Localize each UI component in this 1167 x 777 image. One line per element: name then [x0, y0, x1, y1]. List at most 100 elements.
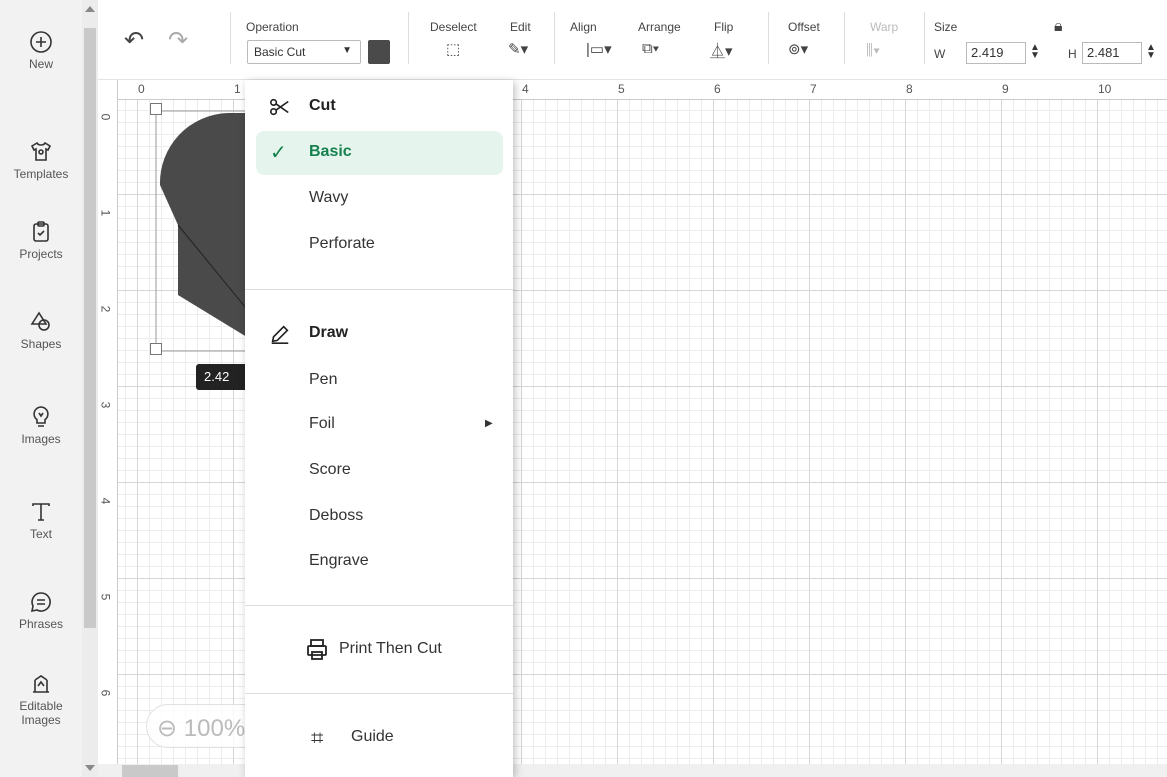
menu-item-label: Score	[309, 461, 351, 478]
clipboard-icon	[33, 221, 49, 242]
resize-handle[interactable]	[150, 103, 162, 115]
top-toolbar: ↶ ↷ Operation Basic Cut ▼ Deselect ⬚ Edi…	[98, 0, 1167, 80]
menu-item-label: Wavy	[309, 189, 349, 206]
sidebar-item-label: Templates	[13, 167, 69, 181]
operation-select[interactable]: Basic Cut ▼	[247, 40, 361, 64]
deselect-label: Deselect	[430, 20, 477, 34]
horizontal-scrollbar-thumb[interactable]	[122, 765, 178, 777]
menu-item-guide[interactable]: ⌗ Guide	[245, 716, 513, 760]
width-label: W	[934, 47, 946, 61]
height-stepper-icon[interactable]: ▲ ▼	[1146, 43, 1156, 61]
ruler-tick-label: 9	[1002, 82, 1009, 96]
height-field[interactable]: 2.481	[1082, 42, 1142, 64]
menu-item-engrave[interactable]: Engrave	[245, 540, 513, 584]
left-ruler: 0 1 2 3 4 5 6	[98, 80, 118, 764]
menu-item-label: Engrave	[309, 552, 369, 569]
flip-icon[interactable]: ⏅▾	[710, 40, 733, 61]
ruler-tick-label: 1	[234, 82, 241, 96]
scroll-down-arrow-icon[interactable]	[85, 765, 95, 771]
ruler-tick-label: 0	[98, 113, 113, 121]
sidebar-scrollbar-thumb[interactable]	[84, 28, 96, 628]
menu-item-label: Foil	[309, 415, 335, 432]
height-label: H	[1068, 47, 1077, 61]
sidebar-item-editable-images[interactable]: Editable Images	[0, 672, 82, 727]
sidebar-item-label: New	[28, 57, 53, 71]
left-sidebar: New Templates Projects Shapes Images Tex…	[0, 0, 82, 777]
undo-icon[interactable]: ↶	[124, 26, 144, 55]
ruler-tick-label: 0	[138, 82, 145, 96]
arrange-label: Arrange	[638, 20, 681, 34]
sidebar-item-label: Text	[29, 527, 52, 541]
redo-icon[interactable]: ↷	[168, 26, 188, 55]
menu-item-print-then-cut[interactable]: Print Then Cut	[245, 628, 513, 672]
operation-color-swatch[interactable]	[368, 40, 390, 64]
menu-divider	[245, 289, 513, 290]
pen-icon	[271, 325, 289, 344]
operation-dropdown-menu: Cut ✓ Basic Wavy Perforate Draw Pen Foil…	[245, 80, 513, 777]
printer-icon	[307, 639, 327, 660]
menu-item-wavy[interactable]: Wavy	[245, 177, 513, 221]
menu-item-label: Basic	[309, 143, 352, 160]
size-label: Size	[934, 20, 958, 34]
sidebar-item-new[interactable]: New	[0, 30, 82, 71]
edit-pen-icon[interactable]: ✎▾	[508, 40, 528, 58]
edit-label: Edit	[510, 20, 531, 34]
menu-item-foil[interactable]: Foil ▶	[245, 403, 513, 447]
sidebar-item-label: Projects	[19, 247, 63, 261]
warp-icon: ⫼▾	[866, 42, 881, 59]
sidebar-item-label: Editable Images	[19, 699, 63, 727]
sidebar-item-projects[interactable]: Projects	[0, 220, 82, 261]
ruler-tick-label: 7	[810, 82, 817, 96]
sidebar-item-phrases[interactable]: Phrases	[0, 590, 82, 631]
ruler-tick-label: 6	[714, 82, 721, 96]
sidebar-item-templates[interactable]: Templates	[0, 140, 82, 181]
ruler-tick-label: 8	[906, 82, 913, 96]
menu-item-pen[interactable]: Pen	[245, 359, 513, 403]
menu-item-label: Pen	[309, 371, 338, 388]
menu-item-score[interactable]: Score	[245, 449, 513, 493]
ruler-tick-label: 1	[98, 209, 113, 217]
zoom-out-icon[interactable]: ⊖	[157, 715, 177, 742]
menu-item-deboss[interactable]: Deboss	[245, 495, 513, 539]
checkmark-icon: ✓	[270, 142, 287, 164]
width-field[interactable]: 2.419	[966, 42, 1026, 64]
arrange-icon[interactable]: ⧉▾	[642, 40, 659, 57]
width-stepper-icon[interactable]: ▲ ▼	[1030, 43, 1040, 61]
shapes-icon	[30, 311, 50, 331]
shirt-icon	[30, 141, 52, 161]
menu-header-draw: Draw	[245, 312, 513, 356]
sidebar-item-label: Phrases	[18, 617, 64, 631]
flip-label: Flip	[714, 20, 734, 34]
offset-label: Offset	[788, 20, 820, 34]
ruler-tick-label: 2	[98, 305, 113, 313]
menu-item-label: Deboss	[309, 507, 364, 524]
editable-image-icon	[33, 675, 49, 693]
ruler-tick-label: 4	[98, 497, 113, 505]
operation-value: Basic Cut	[254, 45, 306, 59]
ruler-tick-label: 5	[618, 82, 625, 96]
scroll-up-arrow-icon[interactable]	[85, 6, 95, 12]
menu-item-basic[interactable]: ✓ Basic	[256, 131, 503, 175]
menu-item-label: Guide	[351, 728, 394, 745]
menu-header-label: Cut	[309, 97, 336, 114]
lock-icon[interactable]: 🔒︎	[1054, 18, 1063, 36]
sidebar-item-label: Images	[21, 432, 61, 446]
menu-header-label: Draw	[309, 324, 349, 341]
text-T-icon	[32, 503, 50, 521]
operation-label: Operation	[246, 20, 299, 34]
menu-item-perforate[interactable]: Perforate	[245, 223, 513, 267]
hash-guide-icon: ⌗	[311, 725, 324, 750]
resize-handle[interactable]	[150, 343, 162, 355]
sidebar-item-images[interactable]: Images	[0, 405, 82, 446]
offset-icon[interactable]: ⊚▾	[788, 40, 808, 58]
sidebar-item-text[interactable]: Text	[0, 500, 82, 541]
deselect-icon[interactable]: ⬚	[446, 40, 460, 58]
chevron-down-icon: ▼	[342, 45, 352, 56]
ruler-tick-label: 3	[98, 401, 113, 409]
warp-label: Warp	[870, 20, 899, 34]
menu-divider	[245, 693, 513, 694]
align-icon[interactable]: |▭▾	[586, 40, 612, 58]
ruler-tick-label: 10	[1098, 82, 1112, 96]
sidebar-item-shapes[interactable]: Shapes	[0, 310, 82, 351]
sidebar-item-label: Shapes	[20, 337, 62, 351]
